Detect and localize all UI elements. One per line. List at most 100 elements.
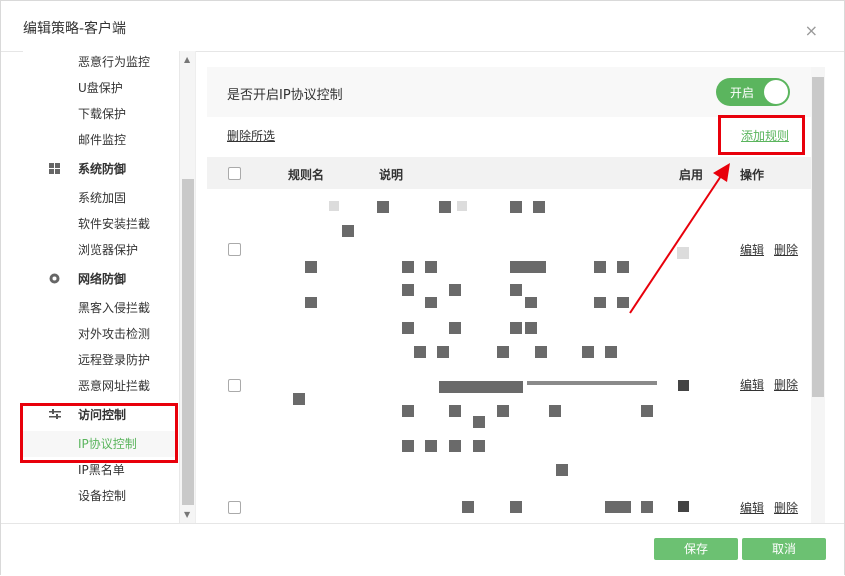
row-delete-link[interactable]: 删除	[774, 499, 798, 516]
rules-table-header: 规则名 说明 启用 操作	[207, 157, 811, 189]
redacted-pixel	[605, 501, 631, 513]
table-row: 编辑 删除	[207, 459, 811, 523]
content-scroll-thumb[interactable]	[812, 77, 824, 397]
toggle-state-text: 开启	[730, 86, 755, 100]
sidebar-item-software-install-block[interactable]: 软件安装拦截	[23, 211, 178, 237]
header-operations: 操作	[740, 168, 765, 182]
save-button[interactable]: 保存	[654, 538, 738, 560]
redacted-pixel	[425, 440, 437, 452]
row-edit-link[interactable]: 编辑	[740, 241, 764, 258]
row-checkbox[interactable]	[228, 379, 241, 392]
redacted-pixel	[449, 405, 461, 417]
sidebar-category-network-defense[interactable]: 网络防御	[23, 266, 178, 292]
sidebar-item-label: 系统加固	[78, 191, 127, 205]
redacted-pixel	[414, 346, 426, 358]
sidebar-item-label: 浏览器保护	[78, 243, 139, 257]
redacted-pixel	[677, 247, 689, 259]
redacted-pixel	[449, 284, 461, 296]
redacted-pixel	[402, 405, 414, 417]
sidebar-item-system-hardening[interactable]: 系统加固	[23, 185, 178, 211]
scroll-down-icon[interactable]: ▼	[184, 510, 190, 519]
redacted-pixel	[377, 201, 389, 213]
redacted-pixel	[449, 440, 461, 452]
sidebar-item-malicious-behavior[interactable]: 恶意行为监控	[23, 51, 178, 75]
redacted-pixel	[582, 346, 594, 358]
globe-icon	[49, 273, 61, 285]
sidebar-category-label: 系统防御	[78, 162, 127, 176]
sidebar-item-mail-monitor[interactable]: 邮件监控	[23, 127, 178, 153]
header-description: 说明	[379, 168, 404, 182]
sidebar-category-system-defense[interactable]: 系统防御	[23, 156, 178, 182]
ip-protocol-toggle-row: 是否开启IP协议控制 开启	[207, 67, 811, 117]
redacted-pixel	[617, 261, 629, 273]
ip-protocol-toggle[interactable]: 开启	[716, 78, 790, 106]
redacted-pixel	[439, 201, 451, 213]
sidebar-scrollbar[interactable]: ▲ ▼	[179, 51, 195, 523]
redacted-pixel	[527, 381, 657, 385]
row-delete-link[interactable]: 删除	[774, 376, 798, 393]
redacted-pixel	[305, 261, 317, 273]
redacted-pixel	[449, 322, 461, 334]
redacted-pixel	[510, 261, 546, 273]
redacted-pixel	[473, 440, 485, 452]
redacted-pixel	[525, 322, 537, 334]
redacted-pixel	[457, 201, 467, 211]
redacted-pixel	[510, 284, 522, 296]
cancel-button[interactable]: 取消	[742, 538, 826, 560]
redacted-pixel	[497, 405, 509, 417]
sidebar-item-remote-login-protect[interactable]: 远程登录防护	[23, 347, 178, 373]
sidebar-item-label: 对外攻击检测	[78, 327, 151, 341]
redacted-pixel	[425, 261, 437, 273]
sidebar-item-label: 下载保护	[78, 107, 127, 121]
redacted-pixel	[402, 322, 414, 334]
row-checkbox[interactable]	[228, 243, 241, 256]
row-edit-link[interactable]: 编辑	[740, 376, 764, 393]
redacted-pixel	[641, 501, 653, 513]
sidebar-category-label: 网络防御	[78, 272, 127, 286]
table-row: 编辑 删除	[207, 189, 811, 309]
sidebar-item-label: 远程登录防护	[78, 353, 151, 367]
sidebar-item-malicious-url-block[interactable]: 恶意网址拦截	[23, 373, 178, 399]
sidebar-item-intrusion-block[interactable]: 黑客入侵拦截	[23, 295, 178, 321]
sidebar-item-label: 黑客入侵拦截	[78, 301, 151, 315]
header-enabled: 启用	[679, 168, 704, 182]
sidebar-item-label: 恶意行为监控	[78, 55, 151, 69]
redacted-pixel	[293, 393, 305, 405]
row-checkbox[interactable]	[228, 501, 241, 514]
scroll-up-icon[interactable]: ▲	[184, 55, 190, 64]
redacted-pixel	[439, 381, 523, 393]
close-icon[interactable]: ×	[805, 21, 818, 40]
redacted-pixel	[556, 464, 568, 476]
dialog-footer: 保存 取消	[1, 523, 844, 575]
row-enabled-indicator	[678, 380, 689, 391]
row-enabled-indicator	[678, 501, 689, 512]
content-scrollbar[interactable]	[811, 67, 825, 523]
edit-policy-dialog: 编辑策略-客户端 × 恶意行为监控 U盘保护 下载保护 邮件监控 系统防御 系统…	[0, 0, 845, 575]
redacted-pixel	[594, 261, 606, 273]
sidebar-item-download-protection[interactable]: 下载保护	[23, 101, 178, 127]
sidebar-item-outbound-attack-detect[interactable]: 对外攻击检测	[23, 321, 178, 347]
redacted-pixel	[473, 416, 485, 428]
sidebar-item-label: U盘保护	[78, 81, 123, 95]
sidebar-scroll-thumb[interactable]	[182, 179, 194, 505]
redacted-pixel	[533, 201, 545, 213]
redacted-pixel	[497, 346, 509, 358]
redacted-pixel	[437, 346, 449, 358]
sidebar-item-usb-protection[interactable]: U盘保护	[23, 75, 178, 101]
select-all-checkbox[interactable]	[228, 167, 241, 180]
row-delete-link[interactable]: 删除	[774, 241, 798, 258]
delete-selected-link[interactable]: 删除所选	[227, 127, 275, 144]
windows-icon	[49, 163, 61, 175]
toggle-knob	[764, 80, 788, 104]
row-edit-link[interactable]: 编辑	[740, 499, 764, 516]
sidebar-item-device-control[interactable]: 设备控制	[23, 483, 178, 509]
redacted-pixel	[510, 501, 522, 513]
redacted-pixel	[342, 225, 354, 237]
sidebar-item-browser-protection[interactable]: 浏览器保护	[23, 237, 178, 263]
sidebar-item-label: 软件安装拦截	[78, 217, 151, 231]
table-row: 编辑 删除	[207, 308, 811, 460]
redacted-pixel	[329, 201, 339, 211]
redacted-pixel	[641, 405, 653, 417]
redacted-pixel	[402, 261, 414, 273]
redacted-pixel	[510, 201, 522, 213]
